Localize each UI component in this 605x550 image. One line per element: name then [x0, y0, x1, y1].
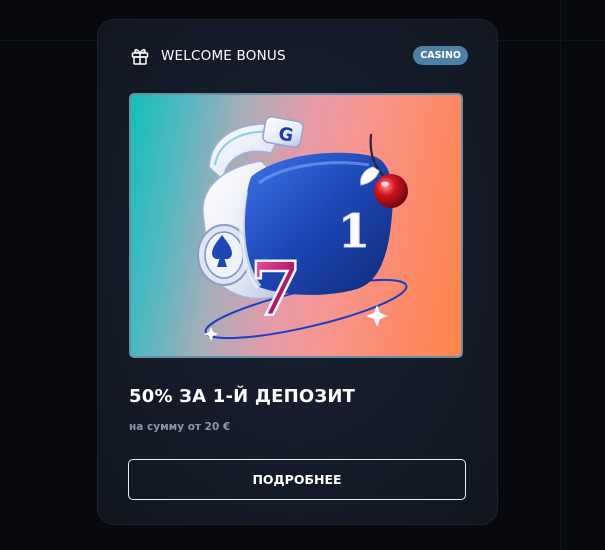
digit-seven: 7 — [250, 247, 302, 333]
banner-illustration: G 1 7 — [197, 116, 408, 341]
background-grid-line — [560, 0, 561, 550]
welcome-bonus-card: WELCOME BONUS CASINO G 1 7 50% ЗА 1-Й ДЕ… — [98, 20, 497, 524]
header-title: WELCOME BONUS — [161, 48, 286, 64]
card-header: WELCOME BONUS — [130, 45, 286, 67]
offer-subtitle: на сумму от 20 € — [129, 421, 231, 433]
digit-one: 1 — [338, 204, 370, 258]
category-badge: CASINO — [413, 46, 468, 65]
vr-headset: G 1 7 — [197, 116, 393, 334]
gift-icon — [130, 46, 150, 66]
details-button[interactable]: ПОДРОБНЕЕ — [128, 459, 466, 500]
offer-title: 50% ЗА 1-Й ДЕПОЗИТ — [129, 386, 356, 407]
promo-banner: G 1 7 — [129, 93, 463, 358]
